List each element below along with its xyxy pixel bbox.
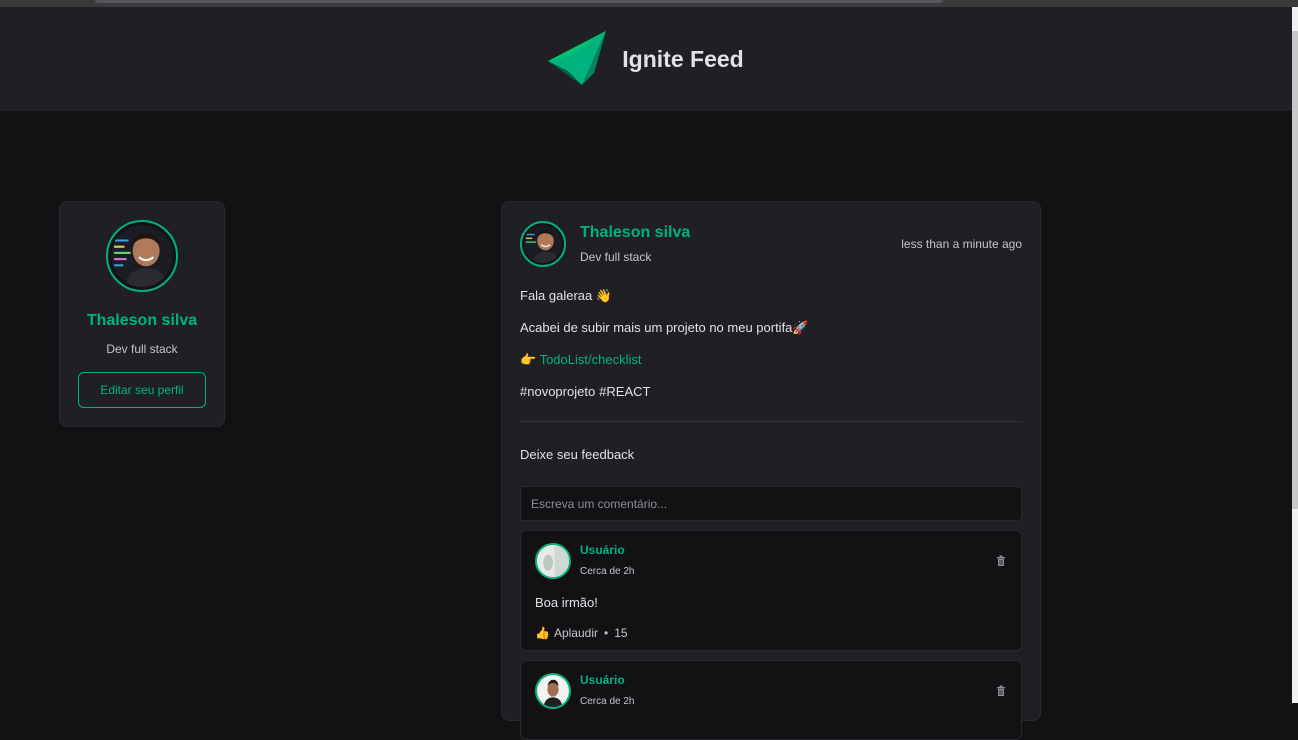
comment-card: Usuário Cerca de 2h Boa irmão! 👍 Aplaudi… [520,530,1022,651]
edit-profile-button[interactable]: Editar seu perfil [78,372,206,408]
author-photo-icon [524,225,562,263]
feedback-label: Deixe seu feedback [520,447,635,462]
profile-name: Thaleson silva [86,312,198,329]
comment-author: Usuário [580,673,625,687]
browser-tab-edge [95,0,943,3]
user-photo-icon [537,675,569,707]
trash-icon[interactable] [995,685,1007,697]
thumbs-up-icon: 👍 [535,626,550,640]
post-content: Fala galeraa 👋 Acabei de subir mais um p… [520,286,1022,414]
browser-top-strip [0,0,1298,7]
profile-avatar[interactable] [106,220,178,292]
user-photo-icon [537,545,569,577]
page-scrollbar[interactable] [1292,7,1298,703]
wave-hand-icon: 👋 [595,288,613,303]
comment-time: Cerca de 2h [580,566,635,577]
comment-input[interactable] [520,486,1022,521]
comment-time: Cerca de 2h [580,696,635,707]
applaud-count: 15 [614,626,628,640]
greeting-text: Fala galeraa [520,288,593,303]
post-header: Thaleson silva Dev full stack less than … [520,220,1022,270]
post-timestamp: less than a minute ago [901,237,1022,251]
body-text: Acabei de subir mais um projeto no meu p… [520,320,793,335]
rocket-icon: 🚀 [792,320,809,335]
post-greeting: Fala galeraa 👋 [520,286,1022,318]
ignite-logo-icon [548,31,608,87]
comment-author: Usuário [580,543,625,557]
comment-card: Usuário Cerca de 2h [520,660,1022,740]
comment-avatar[interactable] [535,673,571,709]
trash-icon[interactable] [995,555,1007,567]
post-divider [520,421,1022,422]
post-card: Thaleson silva Dev full stack less than … [501,201,1041,740]
applaud-label: Aplaudir [553,626,598,640]
post-body: Acabei de subir mais um projeto no meu p… [520,318,1022,350]
profile-photo-icon [111,225,173,287]
comment-avatar[interactable] [535,543,571,579]
pointing-hand-icon: 👉 [520,352,537,367]
post-link[interactable]: TodoList/checklist [540,352,642,367]
post-link-line: 👉 TodoList/checklist [520,350,1022,382]
profile-role: Dev full stack [106,342,178,356]
app-header: Ignite Feed [0,7,1292,111]
profile-sidebar: Thaleson silva Dev full stack Editar seu… [59,201,225,427]
hashtag-link[interactable]: #novoprojeto [520,384,595,399]
applaud-separator: • [603,626,609,640]
post-author-name: Thaleson silva [580,224,691,241]
app-title: Ignite Feed [622,45,744,72]
hashtag-link[interactable]: #REACT [599,384,650,399]
post-hashtags: #novoprojeto #REACT [520,382,1022,414]
scrollbar-thumb[interactable] [1292,31,1298,509]
applaud-button[interactable]: 👍 Aplaudir • 15 [535,626,628,640]
post-author-role: Dev full stack [580,250,652,264]
post-author-avatar[interactable] [520,221,566,267]
comment-text: Boa irmão! [535,595,598,610]
